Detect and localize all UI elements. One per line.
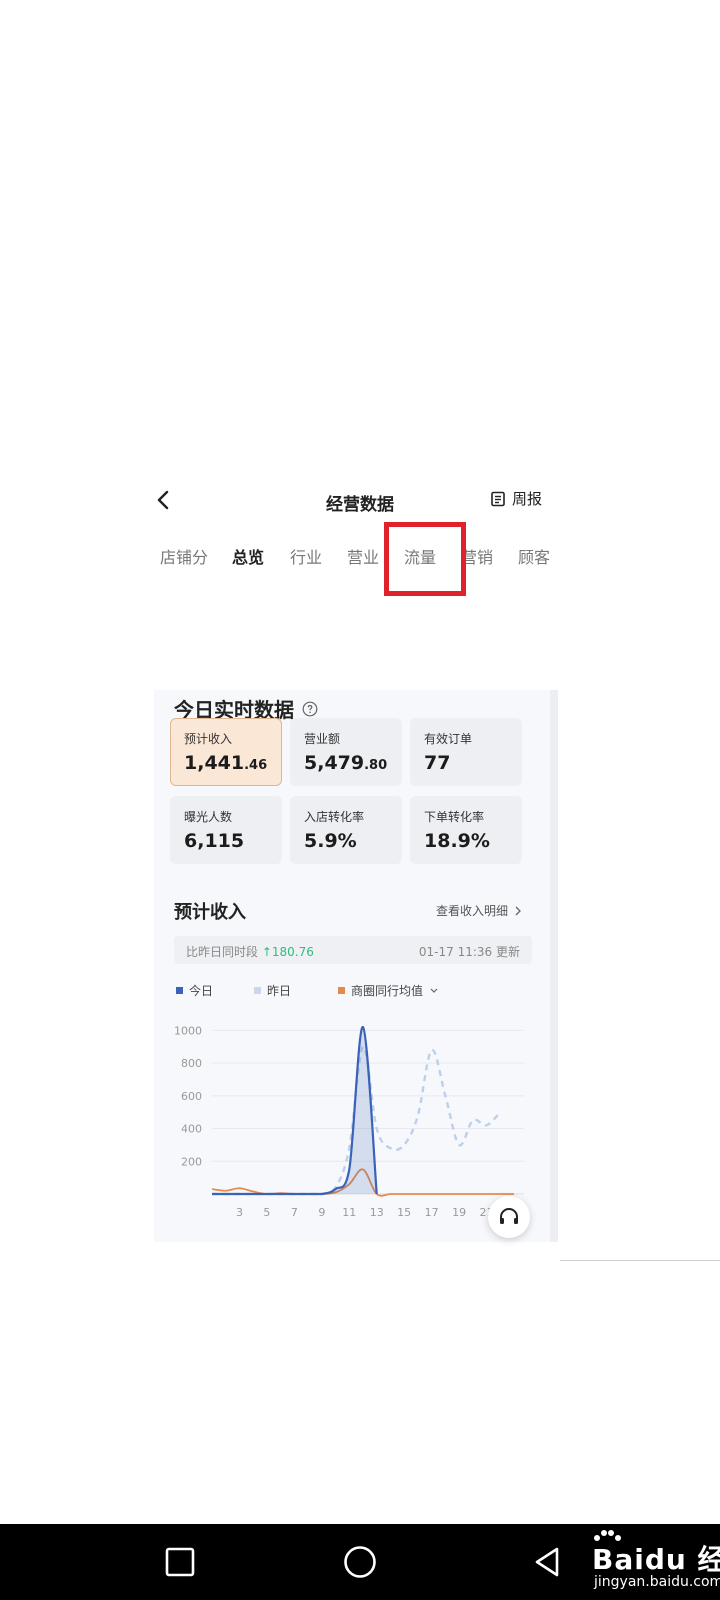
legend-label: 商圈同行均值: [351, 984, 424, 998]
panel-edge: [550, 690, 558, 1242]
stat-label: 入店转化率: [304, 810, 365, 824]
weekly-report-button[interactable]: 周报: [490, 488, 542, 509]
estimated-income-title: 预计收入: [174, 902, 246, 923]
divider: [560, 1260, 720, 1261]
report-icon: [491, 491, 505, 506]
income-detail-label: 查看收入明细: [436, 904, 509, 918]
tab-store-score[interactable]: 店铺分: [160, 544, 208, 568]
stat-value: 5,479.80: [304, 752, 388, 774]
weekly-report-label: 周报: [512, 490, 543, 508]
tab-bar: 店铺分 总览 行业 营业 流量 营销 顾客: [150, 544, 560, 572]
income-chart: 2004006008001000357911131517192123: [174, 1024, 524, 1219]
y-tick-label: 400: [181, 1123, 202, 1136]
series-area-today: [212, 1026, 377, 1194]
watermark-url: jingyan.baidu.com: [594, 1574, 720, 1590]
stat-card-entry-conversion[interactable]: 入店转化率 5.9%: [290, 796, 402, 864]
home-button[interactable]: [320, 1524, 400, 1600]
compare-value: ↑180.76: [261, 945, 314, 959]
stat-label: 预计收入: [184, 732, 233, 746]
stat-card-valid-orders[interactable]: 有效订单 77: [410, 718, 522, 786]
y-tick-label: 1000: [174, 1024, 202, 1037]
legend-item-yesterday[interactable]: 昨日: [254, 982, 291, 999]
square-icon: [165, 1547, 195, 1577]
customer-service-button[interactable]: [488, 1196, 530, 1238]
legend-item-peer-average[interactable]: 商圈同行均值: [338, 982, 439, 999]
x-tick-label: 7: [291, 1206, 298, 1219]
help-icon[interactable]: [302, 701, 318, 717]
stat-label: 下单转化率: [424, 810, 485, 824]
x-tick-label: 11: [342, 1206, 356, 1219]
x-tick-label: 9: [318, 1206, 325, 1219]
chevron-right-icon: [515, 906, 521, 915]
stat-card-order-conversion[interactable]: 下单转化率 18.9%: [410, 796, 522, 864]
legend-label: 今日: [189, 984, 214, 998]
stat-value: 1,441.46: [184, 752, 268, 774]
legend-swatch: [338, 987, 345, 994]
page-title: 经营数据: [326, 495, 394, 515]
y-tick-label: 200: [181, 1155, 202, 1168]
stat-card-exposure[interactable]: 曝光人数 6,115: [170, 796, 282, 864]
y-tick-label: 800: [181, 1057, 202, 1070]
stat-value: 77: [424, 752, 451, 774]
watermark-brand: Baidu 经验: [592, 1543, 720, 1576]
tab-industry[interactable]: 行业: [290, 544, 322, 568]
x-tick-label: 13: [370, 1206, 384, 1219]
compare-bar: 比昨日同时段 ↑180.76 01-17 11:36 更新: [174, 936, 532, 964]
legend-swatch: [254, 987, 261, 994]
stat-value: 5.9%: [304, 830, 357, 852]
stat-card-estimated-income[interactable]: 预计收入 1,441.46: [170, 718, 282, 786]
circle-icon: [344, 1546, 376, 1578]
x-tick-label: 15: [397, 1206, 411, 1219]
stat-value: 6,115: [184, 830, 245, 852]
chevron-down-icon[interactable]: [429, 987, 439, 995]
x-tick-label: 5: [263, 1206, 270, 1219]
income-detail-link[interactable]: 查看收入明细: [436, 902, 522, 919]
legend-item-today[interactable]: 今日: [176, 982, 213, 999]
stat-card-turnover[interactable]: 营业额 5,479.80: [290, 718, 402, 786]
stat-label: 有效订单: [424, 732, 473, 746]
tab-customers[interactable]: 顾客: [518, 544, 550, 568]
legend-swatch: [176, 987, 183, 994]
x-tick-label: 19: [452, 1206, 466, 1219]
legend-label: 昨日: [267, 984, 292, 998]
x-tick-label: 3: [236, 1206, 243, 1219]
recent-apps-button[interactable]: [140, 1524, 220, 1600]
traffic-tab-highlight: [384, 522, 466, 596]
tab-business[interactable]: 营业: [347, 544, 379, 568]
compare-text: 比昨日同时段 ↑180.76: [186, 945, 314, 959]
baidu-watermark: Baidu 经验 jingyan.baidu.com: [550, 1524, 720, 1600]
y-tick-label: 600: [181, 1090, 202, 1103]
stat-value: 18.9%: [424, 830, 490, 852]
x-tick-label: 17: [425, 1206, 439, 1219]
stat-label: 营业额: [304, 732, 341, 746]
stat-label: 曝光人数: [184, 810, 233, 824]
update-time: 01-17 11:36 更新: [418, 945, 520, 959]
tab-overview[interactable]: 总览: [232, 544, 264, 568]
headset-icon: [500, 1208, 518, 1224]
